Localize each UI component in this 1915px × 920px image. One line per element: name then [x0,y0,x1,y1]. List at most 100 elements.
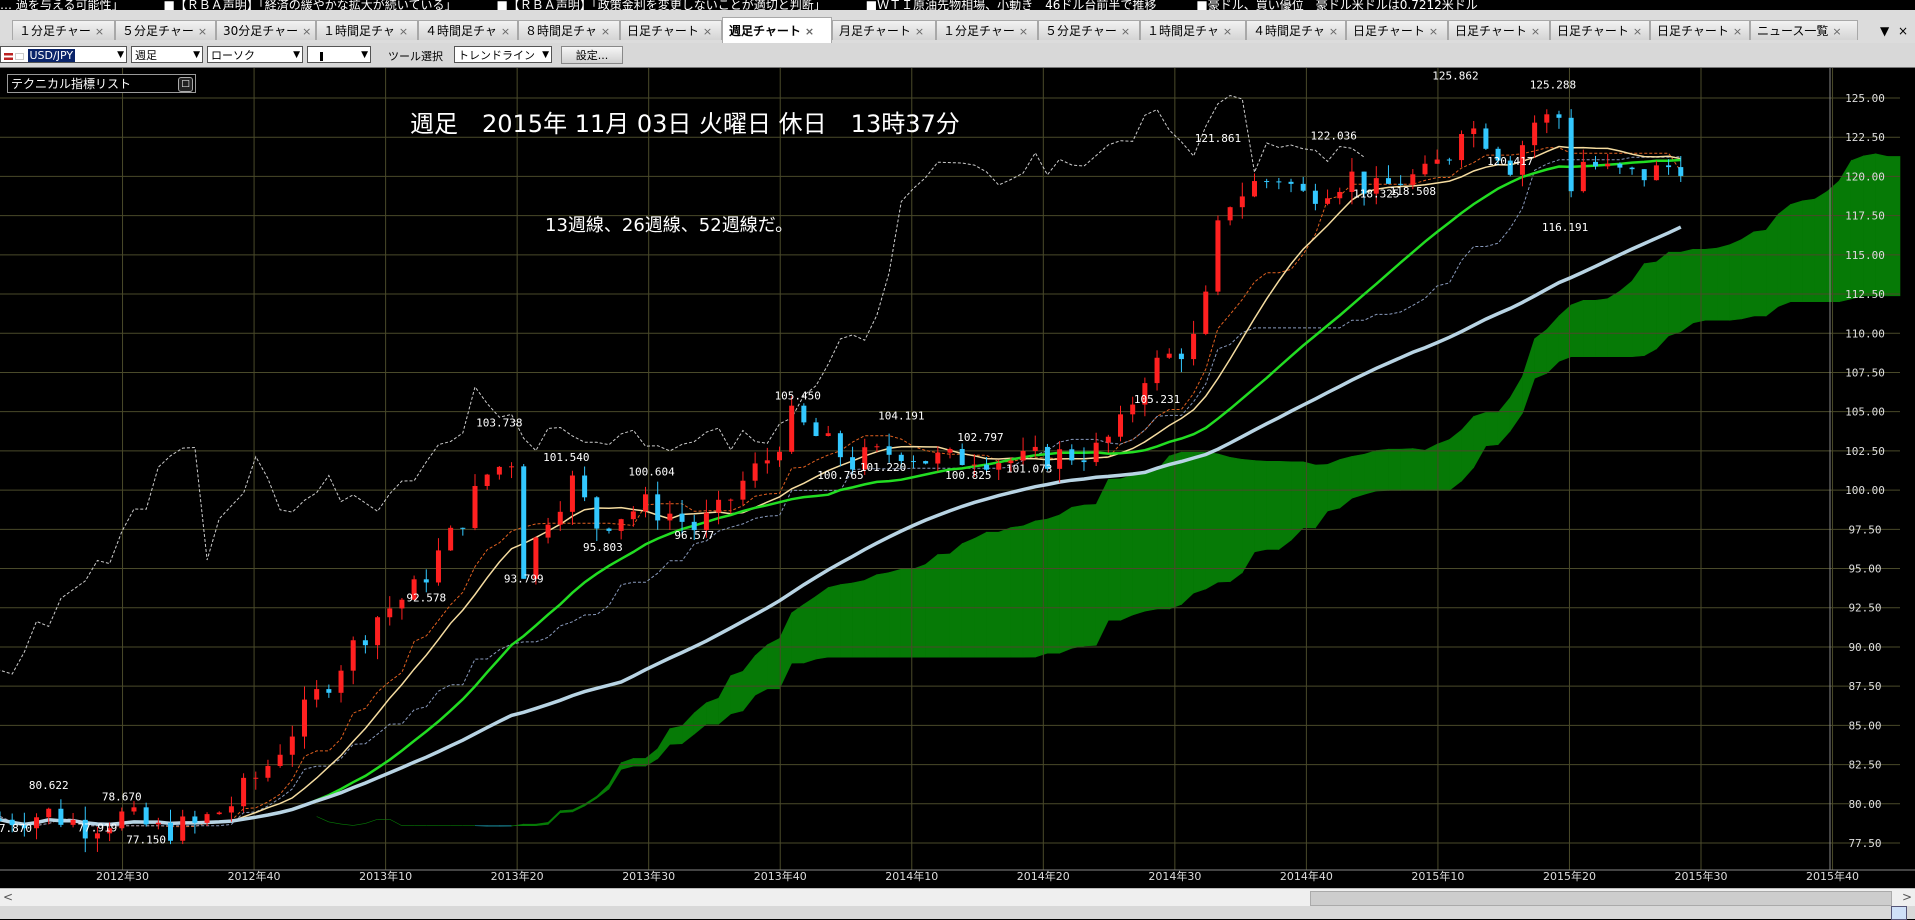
close-tab-icon[interactable]: × [1019,25,1028,38]
drawing-tool-select[interactable]: トレンドライン▼ [454,46,552,63]
close-window-icon[interactable]: × [1898,24,1908,38]
technical-indicator-list[interactable]: テクニカル指標リスト □ [7,74,196,93]
tab-11[interactable]: ５分足チャー× [1038,20,1140,40]
candle-body [253,778,258,779]
close-tab-icon[interactable]: × [915,25,924,38]
close-tab-icon[interactable]: × [703,25,712,38]
close-tab-icon[interactable]: × [399,25,408,38]
tab-5[interactable]: ４時間足チャ× [418,20,518,40]
zoom-icon[interactable] [1891,906,1907,920]
candle-body [265,766,270,778]
price-label: 121.861 [1195,132,1241,145]
ticker-headline[interactable]: ■ＷＴＩ原油先物相場、小動き 46ドル台前半で推移 [866,0,1157,10]
close-tab-icon[interactable]: × [302,25,311,38]
ichimoku-cloud-segment [840,583,852,657]
x-tick-label: 2015年20 [1543,869,1596,883]
candle-body [1654,165,1659,180]
close-tab-icon[interactable]: × [1121,25,1130,38]
close-tab-icon[interactable]: × [1531,25,1540,38]
ichimoku-cloud-segment [1413,449,1425,491]
candle-body [716,500,721,513]
tab-list-dropdown-icon[interactable]: ▼ [1880,24,1889,38]
price-label: 125.862 [1432,69,1478,82]
candle-body [814,422,819,436]
ticker-headline[interactable]: … 過を与える可能性」 [0,0,123,10]
tab-10[interactable]: １分足チャー× [936,20,1038,40]
tab-label: ４時間足チャ [1253,24,1325,38]
ticker-headline[interactable]: ■【ＲＢＡ声明】「政策金利を変更しないことが適切と判断」 [496,0,825,10]
y-tick-label: 115.00 [1845,249,1885,262]
close-tab-icon[interactable]: × [1329,25,1338,38]
price-label: 102.797 [957,431,1003,444]
candle-body [1240,196,1245,207]
tab-18[interactable]: ニュース一覧× [1750,20,1858,40]
close-tab-icon[interactable]: × [1733,25,1742,38]
close-tab-icon[interactable]: × [1429,25,1438,38]
tab-16[interactable]: 日足チャート× [1550,20,1650,40]
close-tab-icon[interactable]: × [95,25,104,38]
ichimoku-cloud-segment [682,713,694,744]
candle-body [558,512,563,525]
candle-body [448,528,453,551]
tab-7[interactable]: 日足チャート× [620,20,722,40]
tab-4[interactable]: １時間足チャ× [316,20,418,40]
candle-body [46,809,51,818]
chart-style-select[interactable]: ローソク▼ [207,46,303,63]
candle-body [1228,207,1233,220]
horizontal-scrollbar[interactable]: < > [0,888,1915,907]
tab-1[interactable]: １分足チャー× [12,20,115,40]
scrollbar-thumb[interactable] [1310,891,1892,906]
symbol-select[interactable]: USD/JPY ▼ [0,46,127,63]
candle-type-select[interactable]: ▼ [307,46,371,63]
candle-body [387,608,392,617]
x-tick-label: 2014年30 [1148,869,1201,883]
chart-area[interactable]: 125.00122.50120.00117.50115.00112.50110.… [0,68,1915,888]
ichimoku-cloud-segment [1754,230,1766,316]
candle-body [241,778,246,806]
ticker-headline[interactable]: ■豪ドル、買い優位 豪ドル米ドルは0.7212米ドル [1196,0,1477,10]
price-label: 100.765 [817,469,863,482]
ichimoku-cloud-segment [1608,291,1620,357]
close-tab-icon[interactable]: × [1832,25,1841,38]
period-select[interactable]: 週足▼ [131,46,203,63]
close-tab-icon[interactable]: × [601,25,610,38]
scroll-left-icon[interactable]: < [3,890,13,904]
ticker-headline[interactable]: ■【ＲＢＡ声明】「経済の緩やかな拡大が続いている」 [163,0,456,10]
news-ticker[interactable]: … 過を与える可能性」 ■【ＲＢＡ声明】「経済の緩やかな拡大が続いている」 ■【ＲＢ… [0,0,1915,10]
close-tab-icon[interactable]: × [805,25,814,38]
candle-body [1532,123,1537,146]
tab-15[interactable]: 日足チャート× [1448,20,1550,40]
close-tab-icon[interactable]: × [501,25,510,38]
candle-body [1642,169,1647,180]
settings-button[interactable]: 設定... [561,46,623,64]
tab-12[interactable]: １時間足チャ× [1140,20,1246,40]
tab-17[interactable]: 日足チャート× [1650,20,1750,40]
x-tick-label: 2015年40 [1806,869,1859,883]
tab-6[interactable]: ８時間足チャ× [518,20,620,40]
candle-body [156,823,161,825]
candle-body [1289,182,1294,184]
ichimoku-cloud-segment [1315,464,1327,527]
tab-8[interactable]: 週足チャート× [722,17,832,43]
ichimoku-cloud-segment [1023,521,1035,657]
price-chart[interactable]: 125.00122.50120.00117.50115.00112.50110.… [0,68,1915,888]
collapse-icon[interactable]: □ [178,77,193,92]
ichimoku-cloud-segment [792,604,804,663]
ichimoku-cloud-segment [1157,456,1169,609]
ichimoku-cloud-segment [1815,192,1827,302]
candle-body [205,814,210,823]
close-tab-icon[interactable]: × [1633,25,1642,38]
tab-3[interactable]: 30分足チャー× [216,20,316,40]
candle-body [923,461,928,463]
scroll-right-icon[interactable]: > [1902,890,1912,904]
close-tab-icon[interactable]: × [1223,25,1232,38]
tab-2[interactable]: ５分足チャー× [115,20,216,40]
close-tab-icon[interactable]: × [198,25,207,38]
ichimoku-cloud-segment [1632,264,1644,357]
tab-14[interactable]: 日足チャート× [1346,20,1448,40]
ichimoku-cloud-segment [353,823,365,825]
ichimoku-cloud-segment [719,676,731,724]
period-value: 週足 [135,49,157,62]
tab-13[interactable]: ４時間足チャ × [1246,20,1346,40]
tab-9[interactable]: 月足チャート× [832,20,936,40]
